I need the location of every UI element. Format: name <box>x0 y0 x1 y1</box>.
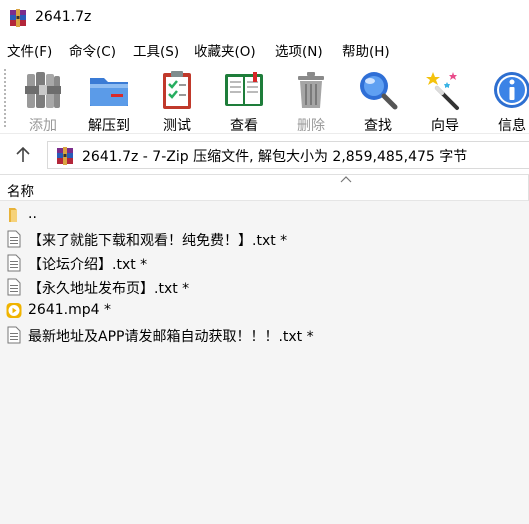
add-button[interactable]: 添加 <box>11 66 75 134</box>
trash-can-icon <box>298 72 324 108</box>
list-item[interactable]: 【永久地址发布页】.txt * <box>0 275 529 299</box>
view-label: 查看 <box>230 118 258 134</box>
window-title: 2641.7z <box>35 9 92 25</box>
delete-button[interactable]: 删除 <box>279 66 343 134</box>
menu-help[interactable]: 帮助(H) <box>342 40 390 60</box>
test-button[interactable]: 测试 <box>145 66 209 134</box>
view-book-icon <box>225 72 263 106</box>
list-item[interactable]: 2641.mp4 * <box>0 299 529 323</box>
file-name: 2641.mp4 * <box>28 302 111 318</box>
file-name: 【永久地址发布页】.txt * <box>28 281 190 297</box>
test-label: 测试 <box>163 118 191 134</box>
menu-options[interactable]: 选项(N) <box>275 40 323 60</box>
list-item[interactable]: 【来了就能下载和观看！纯免费！】.txt * <box>0 227 529 251</box>
find-label: 查找 <box>364 118 392 134</box>
file-name: .. <box>28 206 37 222</box>
info-label: 信息 <box>498 118 526 134</box>
video-file-icon <box>6 303 22 318</box>
add-label: 添加 <box>29 118 57 134</box>
magnifier-icon <box>360 72 398 110</box>
text-file-icon <box>7 230 21 248</box>
file-name: 最新地址及APP请发邮箱自动获取！！！.txt * <box>28 329 314 345</box>
folder-up-icon <box>9 208 17 222</box>
file-name: 【论坛介绍】.txt * <box>28 257 148 273</box>
toolbar: 添加 解压到 测试 查看 删除 查找 向导 信息 <box>0 62 529 134</box>
toolbar-grip[interactable] <box>3 68 7 128</box>
menu-file[interactable]: 文件(F) <box>7 40 52 60</box>
path-field[interactable]: 2641.7z - 7-Zip 压缩文件, 解包大小为 2,859,485,47… <box>47 141 529 169</box>
path-text: 2641.7z - 7-Zip 压缩文件, 解包大小为 2,859,485,47… <box>82 149 468 165</box>
file-name: 【来了就能下载和观看！纯免费！】.txt * <box>28 233 288 249</box>
menu-favorites[interactable]: 收藏夹(O) <box>194 40 256 60</box>
file-list: 名称 .. 【来了就能下载和观看！纯免费！】.txt * 【论坛介绍】.txt … <box>0 174 529 524</box>
menu-bar: 文件(F) 命令(C) 工具(S) 收藏夹(O) 选项(N) 帮助(H) <box>0 38 529 60</box>
extract-to-button[interactable]: 解压到 <box>77 66 141 134</box>
wizard-label: 向导 <box>431 118 459 134</box>
list-item[interactable]: .. <box>0 203 529 227</box>
find-button[interactable]: 查找 <box>346 66 410 134</box>
extract-folder-icon <box>90 78 128 106</box>
title-bar: 2641.7z <box>0 0 529 36</box>
winrar-archive-icon <box>57 147 73 165</box>
magic-wand-icon <box>426 72 459 110</box>
text-file-icon <box>7 254 21 272</box>
info-button[interactable]: 信息 <box>480 66 529 134</box>
add-books-icon <box>25 72 61 108</box>
address-bar: 2641.7z - 7-Zip 压缩文件, 解包大小为 2,859,485,47… <box>0 138 529 172</box>
list-item[interactable]: 【论坛介绍】.txt * <box>0 251 529 275</box>
view-button[interactable]: 查看 <box>212 66 276 134</box>
menu-tools[interactable]: 工具(S) <box>133 40 179 60</box>
list-item[interactable]: 最新地址及APP请发邮箱自动获取！！！.txt * <box>0 323 529 347</box>
text-file-icon <box>7 278 21 296</box>
wizard-button[interactable]: 向导 <box>413 66 477 134</box>
column-header-row: 名称 <box>0 175 529 201</box>
text-file-icon <box>7 326 21 344</box>
winrar-archive-icon <box>10 9 26 27</box>
sort-ascending-icon <box>340 176 352 183</box>
extract-to-label: 解压到 <box>88 118 130 134</box>
test-clipboard-icon <box>163 71 191 109</box>
delete-label: 删除 <box>297 118 325 134</box>
up-arrow-icon[interactable] <box>8 144 38 166</box>
column-header-name[interactable]: 名称 <box>7 180 34 200</box>
menu-commands[interactable]: 命令(C) <box>69 40 116 60</box>
info-icon <box>494 72 529 108</box>
